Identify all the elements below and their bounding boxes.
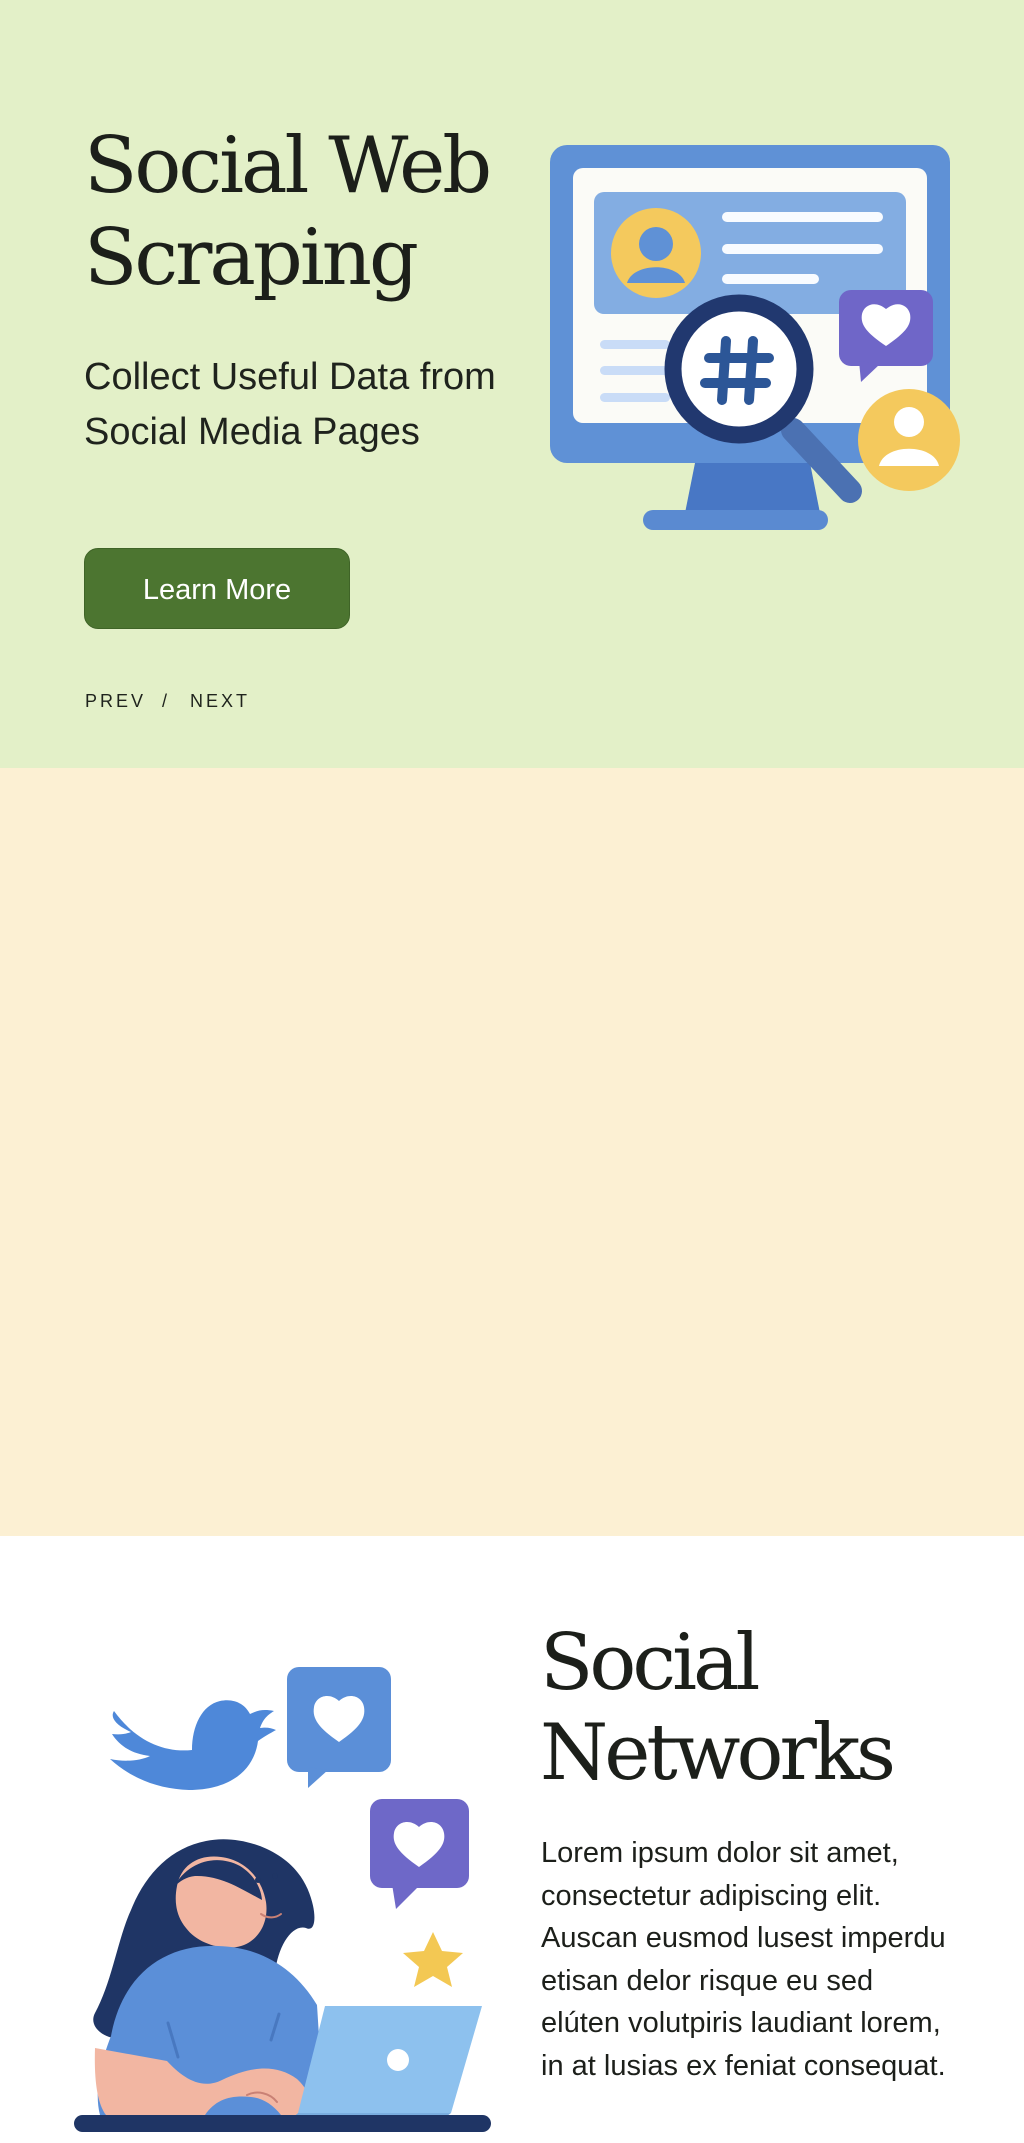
profile-avatar-icon	[611, 208, 701, 298]
bird-icon	[110, 1700, 276, 1790]
prev-link[interactable]: PREV	[85, 691, 146, 712]
next-link[interactable]: NEXT	[190, 691, 250, 712]
social-scraping-illustration	[550, 145, 960, 530]
star-icon	[403, 1932, 463, 1987]
heart-chat-bubble-icon	[287, 1667, 391, 1788]
social-networks-title: Social Networks	[540, 1618, 896, 1798]
hero-section: Social Web Scraping Collect Useful Data …	[0, 0, 1024, 768]
social-networks-illustration	[74, 1667, 491, 2132]
laptop-icon	[290, 2006, 482, 2120]
woman-user-icon	[93, 1839, 325, 2115]
hero-title: Social Web Scraping	[84, 121, 492, 303]
social-networks-description: Lorem ipsum dolor sit amet, consectetur …	[541, 1837, 946, 2082]
learn-more-button[interactable]: Learn More	[84, 548, 350, 629]
heart-chat-bubble-icon	[370, 1799, 469, 1909]
desk-line	[74, 2115, 491, 2132]
slide-pager: PREV / NEXT	[85, 691, 250, 712]
social-networks-section: Social Networks Lorem ipsum dolor sit am…	[0, 768, 1024, 2132]
pager-separator: /	[162, 691, 171, 711]
hero-subtitle: Collect Useful Data from Social Media Pa…	[84, 356, 496, 453]
user-avatar-icon	[858, 389, 960, 491]
